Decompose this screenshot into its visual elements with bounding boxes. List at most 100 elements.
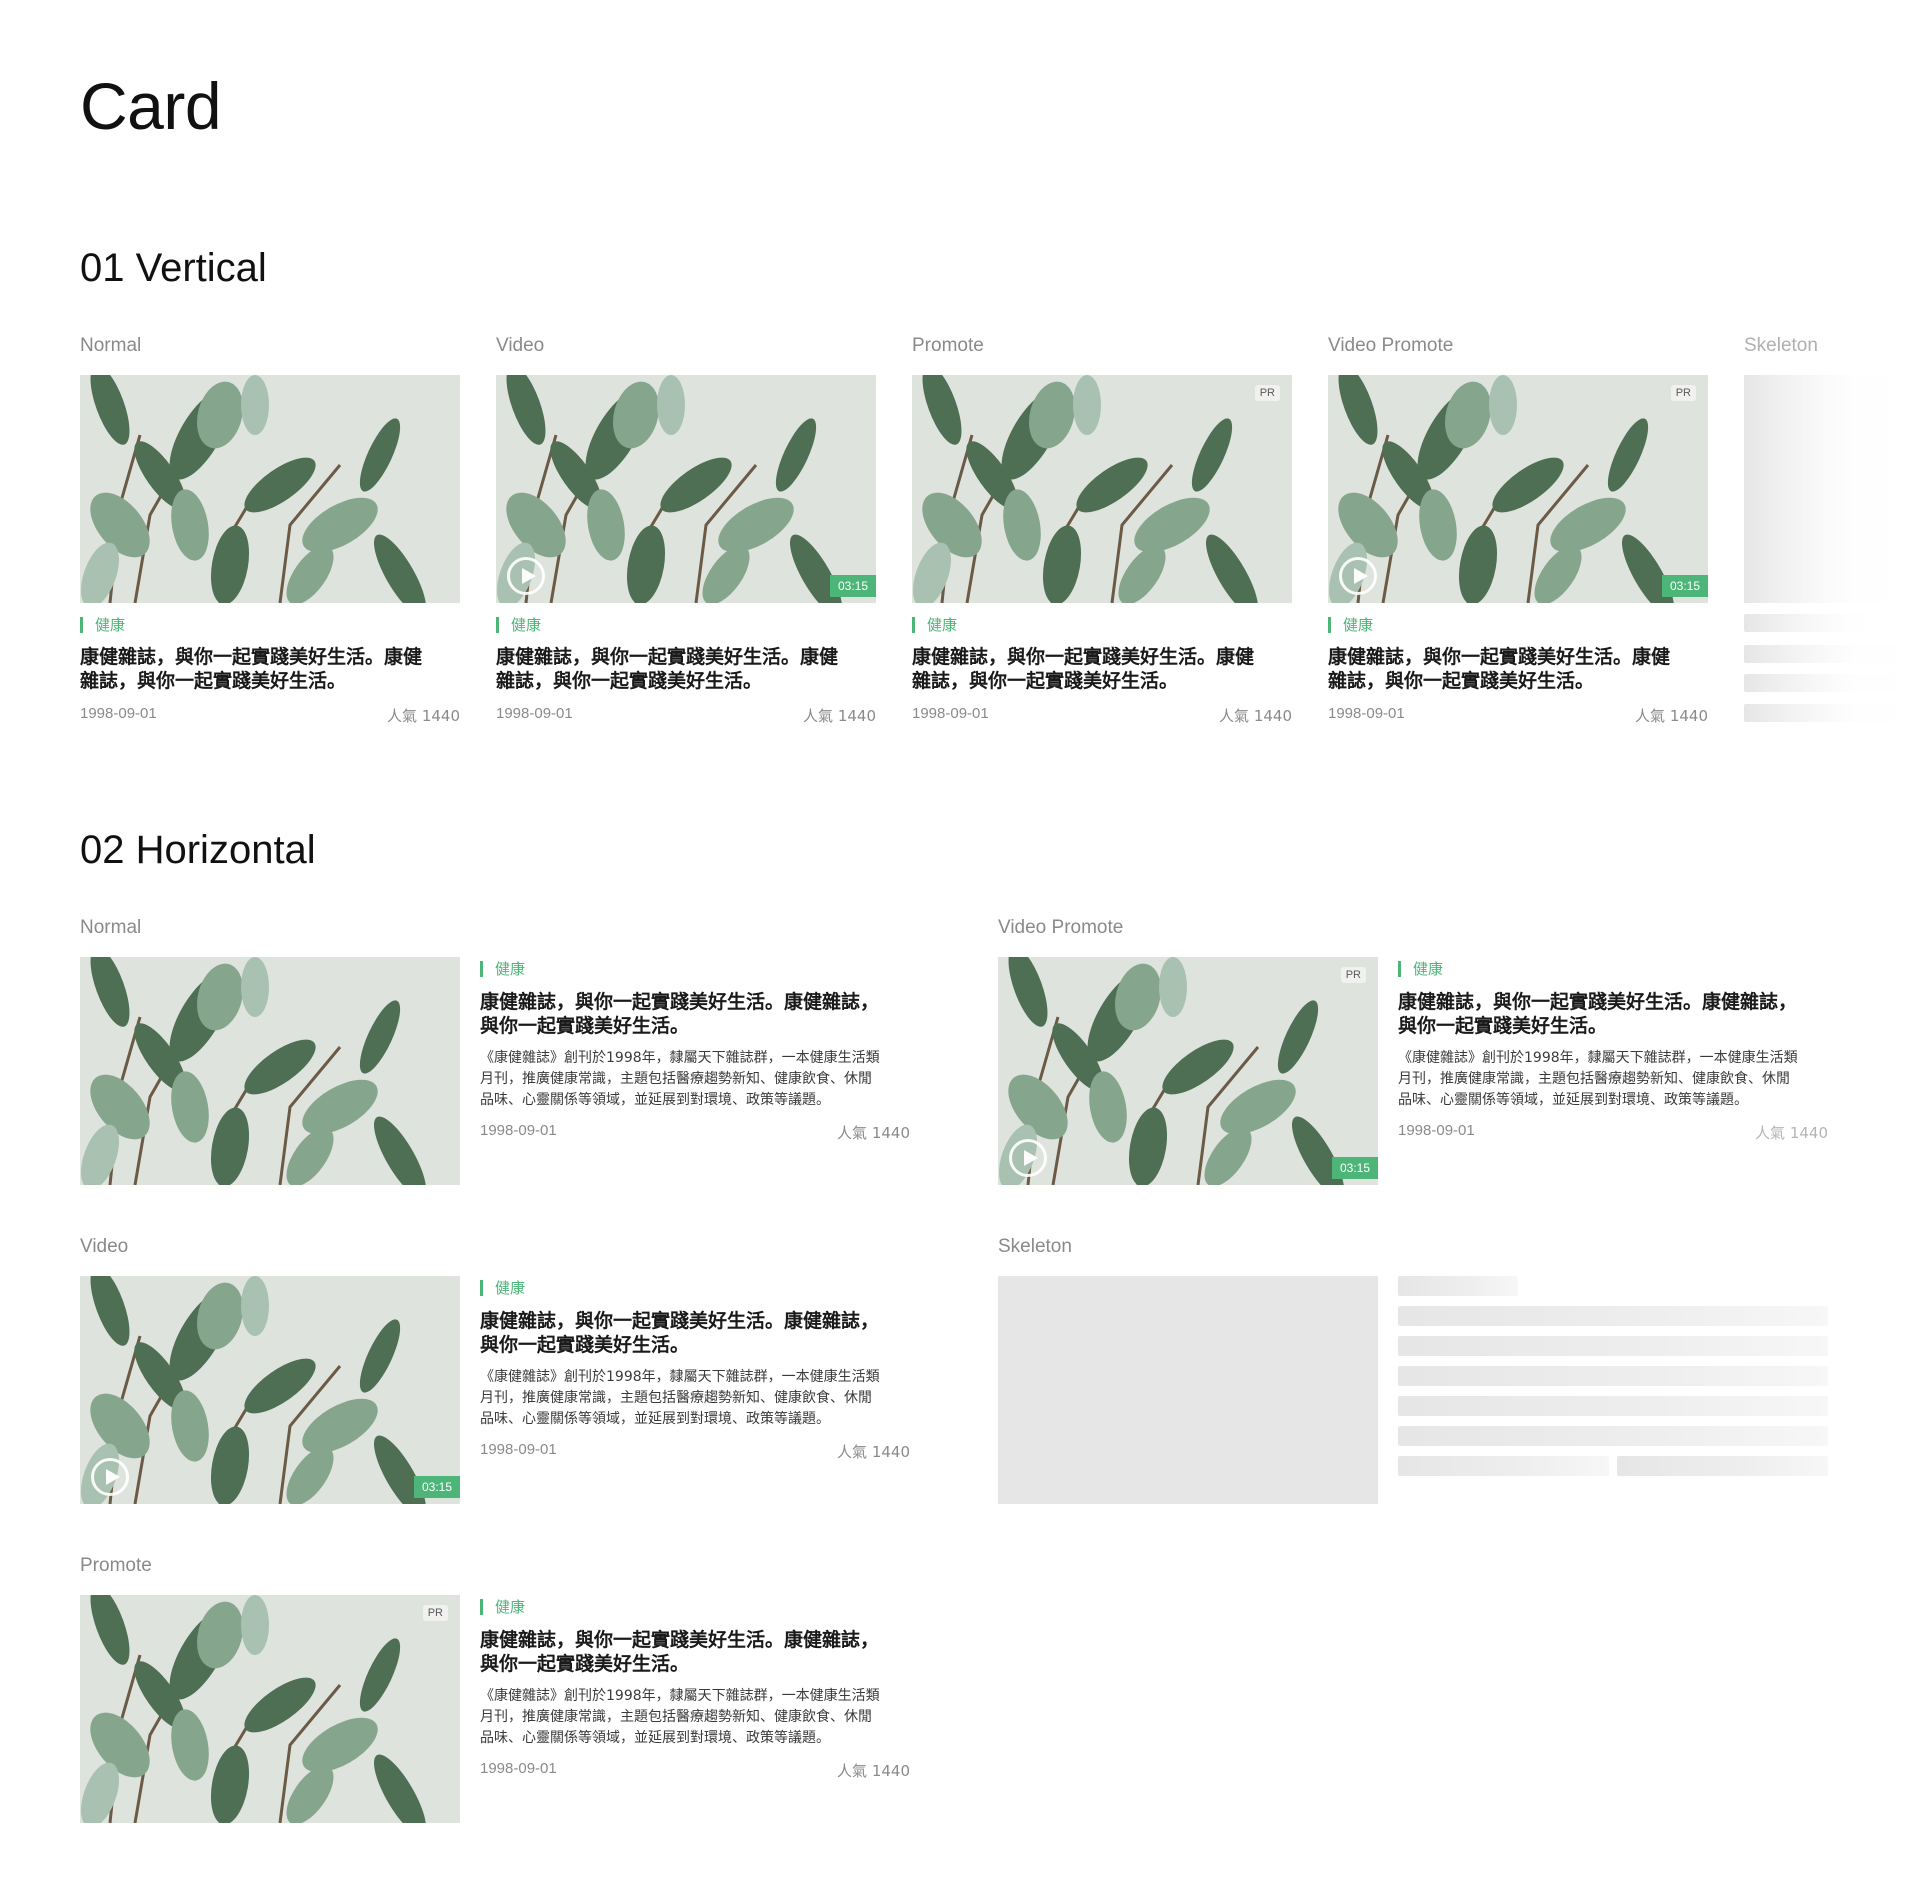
category-tag[interactable]: 健康	[480, 1599, 525, 1615]
skeleton-line	[1398, 1426, 1828, 1446]
card-date: 1998-09-01	[496, 705, 573, 722]
card-popularity: 人氣 1440	[837, 1443, 910, 1461]
card-image[interactable]: 03:15	[80, 1276, 460, 1504]
card-desc-line3: 品味、心靈關係等領域，並延展到對環境、政策等議題。	[480, 1730, 830, 1746]
pr-badge: PR	[1670, 385, 1696, 401]
card-title-line2[interactable]: 與你一起實踐美好生活。	[1398, 1014, 1607, 1038]
category-tag[interactable]: 健康	[80, 617, 125, 633]
card-desc-line2: 月刊，推廣健康常識，主題包括醫療趨勢新知、健康飲食、休閒	[480, 1390, 872, 1406]
card-desc-line3: 品味、心靈關係等領域，並延展到對環境、政策等議題。	[1398, 1092, 1748, 1108]
card-date: 1998-09-01	[480, 1760, 557, 1777]
variant-label-normal: Normal	[80, 917, 142, 938]
variant-label-video: Video	[496, 335, 545, 356]
duration-badge: 03:15	[829, 575, 876, 597]
card-popularity: 人氣 1440	[803, 707, 876, 725]
card-title-line1[interactable]: 康健雜誌，與你一起實踐美好生活。康健雜誌，	[1398, 990, 1797, 1014]
card-popularity: 人氣 1440	[387, 707, 460, 725]
card-image[interactable]: PR 03:15	[998, 957, 1378, 1185]
variant-label-promote: Promote	[912, 335, 984, 356]
card-desc-line2: 月刊，推廣健康常識，主題包括醫療趨勢新知、健康飲食、休閒	[1398, 1071, 1790, 1087]
card-title-line2[interactable]: 與你一起實踐美好生活。	[480, 1014, 689, 1038]
card-desc-line1: 《康健雜誌》創刊於1998年，隸屬天下雜誌群，一本健康生活類	[480, 1688, 880, 1704]
card-title-line1[interactable]: 康健雜誌，與你一起實踐美好生活。康健	[912, 645, 1254, 669]
play-circle-icon[interactable]	[1009, 1139, 1047, 1177]
skeleton-line	[1398, 1306, 1828, 1326]
card-date: 1998-09-01	[1398, 1122, 1475, 1139]
category-tag[interactable]: 健康	[496, 617, 541, 633]
duration-badge: 03:15	[1661, 575, 1708, 597]
card-title-line1[interactable]: 康健雜誌，與你一起實踐美好生活。康健	[1328, 645, 1670, 669]
card-title-line2[interactable]: 雜誌，與你一起實踐美好生活。	[912, 669, 1178, 693]
card-desc-line1: 《康健雜誌》創刊於1998年，隸屬天下雜誌群，一本健康生活類	[480, 1050, 880, 1066]
duration-badge: 03:15	[413, 1476, 460, 1498]
card-title-line2[interactable]: 與你一起實踐美好生活。	[480, 1333, 689, 1357]
plant-image	[1328, 375, 1708, 603]
play-circle-icon[interactable]	[91, 1458, 129, 1496]
card-title-line2[interactable]: 雜誌，與你一起實踐美好生活。	[496, 669, 762, 693]
pr-badge: PR	[1340, 967, 1366, 983]
card-date: 1998-09-01	[480, 1441, 557, 1458]
skeleton-image	[998, 1276, 1378, 1504]
skeleton-line	[1398, 1396, 1828, 1416]
card-title-line1[interactable]: 康健雜誌，與你一起實踐美好生活。康健雜誌，	[480, 990, 879, 1014]
card-title-line2[interactable]: 雜誌，與你一起實踐美好生活。	[80, 669, 346, 693]
play-circle-icon[interactable]	[1339, 557, 1377, 595]
card-title-line2[interactable]: 與你一起實踐美好生活。	[480, 1652, 689, 1676]
card-popularity: 人氣 1440	[1635, 707, 1708, 725]
card-image[interactable]: PR 03:15	[1328, 375, 1708, 603]
card-image[interactable]: PR	[912, 375, 1292, 603]
card-desc-line3: 品味、心靈關係等領域，並延展到對環境、政策等議題。	[480, 1092, 830, 1108]
page-title: Card	[80, 69, 222, 143]
skeleton-line	[1398, 1336, 1828, 1356]
card-date: 1998-09-01	[1328, 705, 1405, 722]
card-title-line1[interactable]: 康健雜誌，與你一起實踐美好生活。康健	[496, 645, 838, 669]
card-desc-line1: 《康健雜誌》創刊於1998年，隸屬天下雜誌群，一本健康生活類	[1398, 1050, 1798, 1066]
variant-label-normal: Normal	[80, 335, 142, 356]
category-tag[interactable]: 健康	[480, 961, 525, 977]
card-desc-line2: 月刊，推廣健康常識，主題包括醫療趨勢新知、健康飲食、休閒	[480, 1709, 872, 1725]
card-title-line1[interactable]: 康健雜誌，與你一起實踐美好生活。康健雜誌，	[480, 1309, 879, 1333]
card-title-line1[interactable]: 康健雜誌，與你一起實踐美好生活。康健雜誌，	[480, 1628, 879, 1652]
variant-label-video-promote: Video Promote	[998, 917, 1124, 938]
card-date: 1998-09-01	[912, 705, 989, 722]
category-tag[interactable]: 健康	[1398, 961, 1443, 977]
plant-image	[80, 957, 460, 1185]
card-popularity: 人氣 1440	[1755, 1124, 1828, 1142]
variant-label-video-promote: Video Promote	[1328, 335, 1454, 356]
duration-badge: 03:15	[1331, 1157, 1378, 1179]
variant-label-skeleton: Skeleton	[998, 1236, 1072, 1257]
card-title-line1[interactable]: 康健雜誌，與你一起實踐美好生活。康健	[80, 645, 422, 669]
skeleton-tag	[1398, 1276, 1518, 1296]
category-tag[interactable]: 健康	[912, 617, 957, 633]
card-popularity: 人氣 1440	[1219, 707, 1292, 725]
card-popularity: 人氣 1440	[837, 1762, 910, 1780]
category-tag[interactable]: 健康	[1328, 617, 1373, 633]
plant-image	[912, 375, 1292, 603]
card-image[interactable]	[80, 957, 460, 1185]
variant-label-promote: Promote	[80, 1555, 152, 1576]
card-date: 1998-09-01	[80, 705, 157, 722]
plant-image	[80, 1276, 460, 1504]
section-title-horizontal: 02 Horizontal	[80, 828, 316, 872]
card-desc-line3: 品味、心靈關係等領域，並延展到對環境、政策等議題。	[480, 1411, 830, 1427]
plant-image	[496, 375, 876, 603]
pr-badge: PR	[422, 1605, 448, 1621]
play-circle-icon[interactable]	[507, 557, 545, 595]
variant-label-skeleton: Skeleton	[1744, 335, 1818, 356]
card-image[interactable]: PR	[80, 1595, 460, 1823]
plant-image	[80, 1595, 460, 1823]
skeleton-date	[1398, 1456, 1609, 1476]
card-popularity: 人氣 1440	[837, 1124, 910, 1142]
pr-badge: PR	[1254, 385, 1280, 401]
card-title-line2[interactable]: 雜誌，與你一起實踐美好生活。	[1328, 669, 1594, 693]
variant-label-video: Video	[80, 1236, 129, 1257]
card-date: 1998-09-01	[480, 1122, 557, 1139]
fade-overlay	[1745, 370, 1920, 730]
card-image[interactable]	[80, 375, 460, 603]
card-image[interactable]: 03:15	[496, 375, 876, 603]
section-title-vertical: 01 Vertical	[80, 246, 267, 290]
category-tag[interactable]: 健康	[480, 1280, 525, 1296]
plant-image	[998, 957, 1378, 1185]
plant-image	[80, 375, 460, 603]
card-desc-line2: 月刊，推廣健康常識，主題包括醫療趨勢新知、健康飲食、休閒	[480, 1071, 872, 1087]
